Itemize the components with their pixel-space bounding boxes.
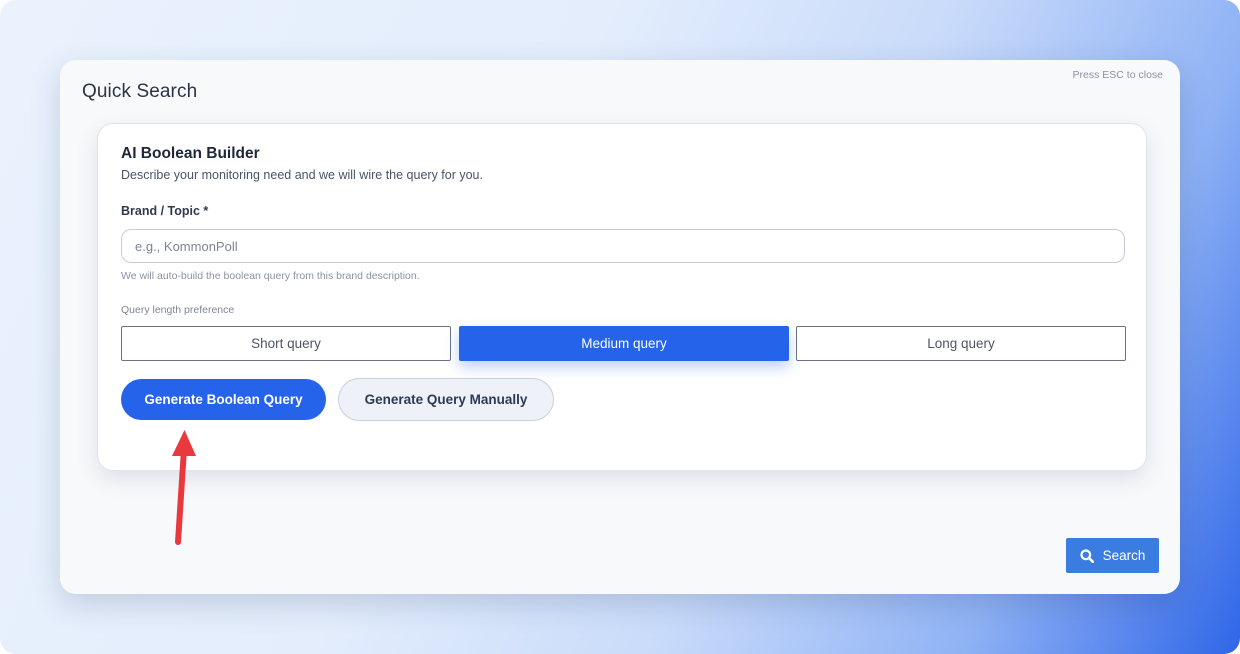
annotation-arrow-icon	[172, 430, 196, 545]
brand-topic-helper: We will auto-build the boolean query fro…	[121, 270, 420, 282]
search-button[interactable]: Search	[1066, 538, 1159, 573]
generate-boolean-query-button[interactable]: Generate Boolean Query	[121, 379, 326, 420]
brand-topic-input[interactable]	[121, 229, 1125, 263]
quick-search-modal: Quick Search Press ESC to close AI Boole…	[60, 60, 1180, 594]
esc-hint: Press ESC to close	[1072, 69, 1163, 81]
magnifier-icon	[1080, 548, 1094, 563]
query-length-label: Query length preference	[121, 304, 235, 316]
generate-query-manually-button[interactable]: Generate Query Manually	[338, 378, 554, 421]
long-query-option[interactable]: Long query	[796, 326, 1126, 361]
search-button-label: Search	[1102, 548, 1146, 563]
builder-subtitle: Describe your monitoring need and we wil…	[121, 168, 483, 182]
screenshot-background: Quick Search Press ESC to close AI Boole…	[0, 0, 1240, 654]
medium-query-option[interactable]: Medium query	[459, 326, 789, 361]
short-query-option[interactable]: Short query	[121, 326, 451, 361]
builder-title: AI Boolean Builder	[121, 145, 260, 162]
modal-title: Quick Search	[82, 81, 198, 102]
brand-topic-label: Brand / Topic *	[121, 204, 209, 218]
ai-boolean-builder-card: AI Boolean Builder Describe your monitor…	[97, 123, 1147, 471]
